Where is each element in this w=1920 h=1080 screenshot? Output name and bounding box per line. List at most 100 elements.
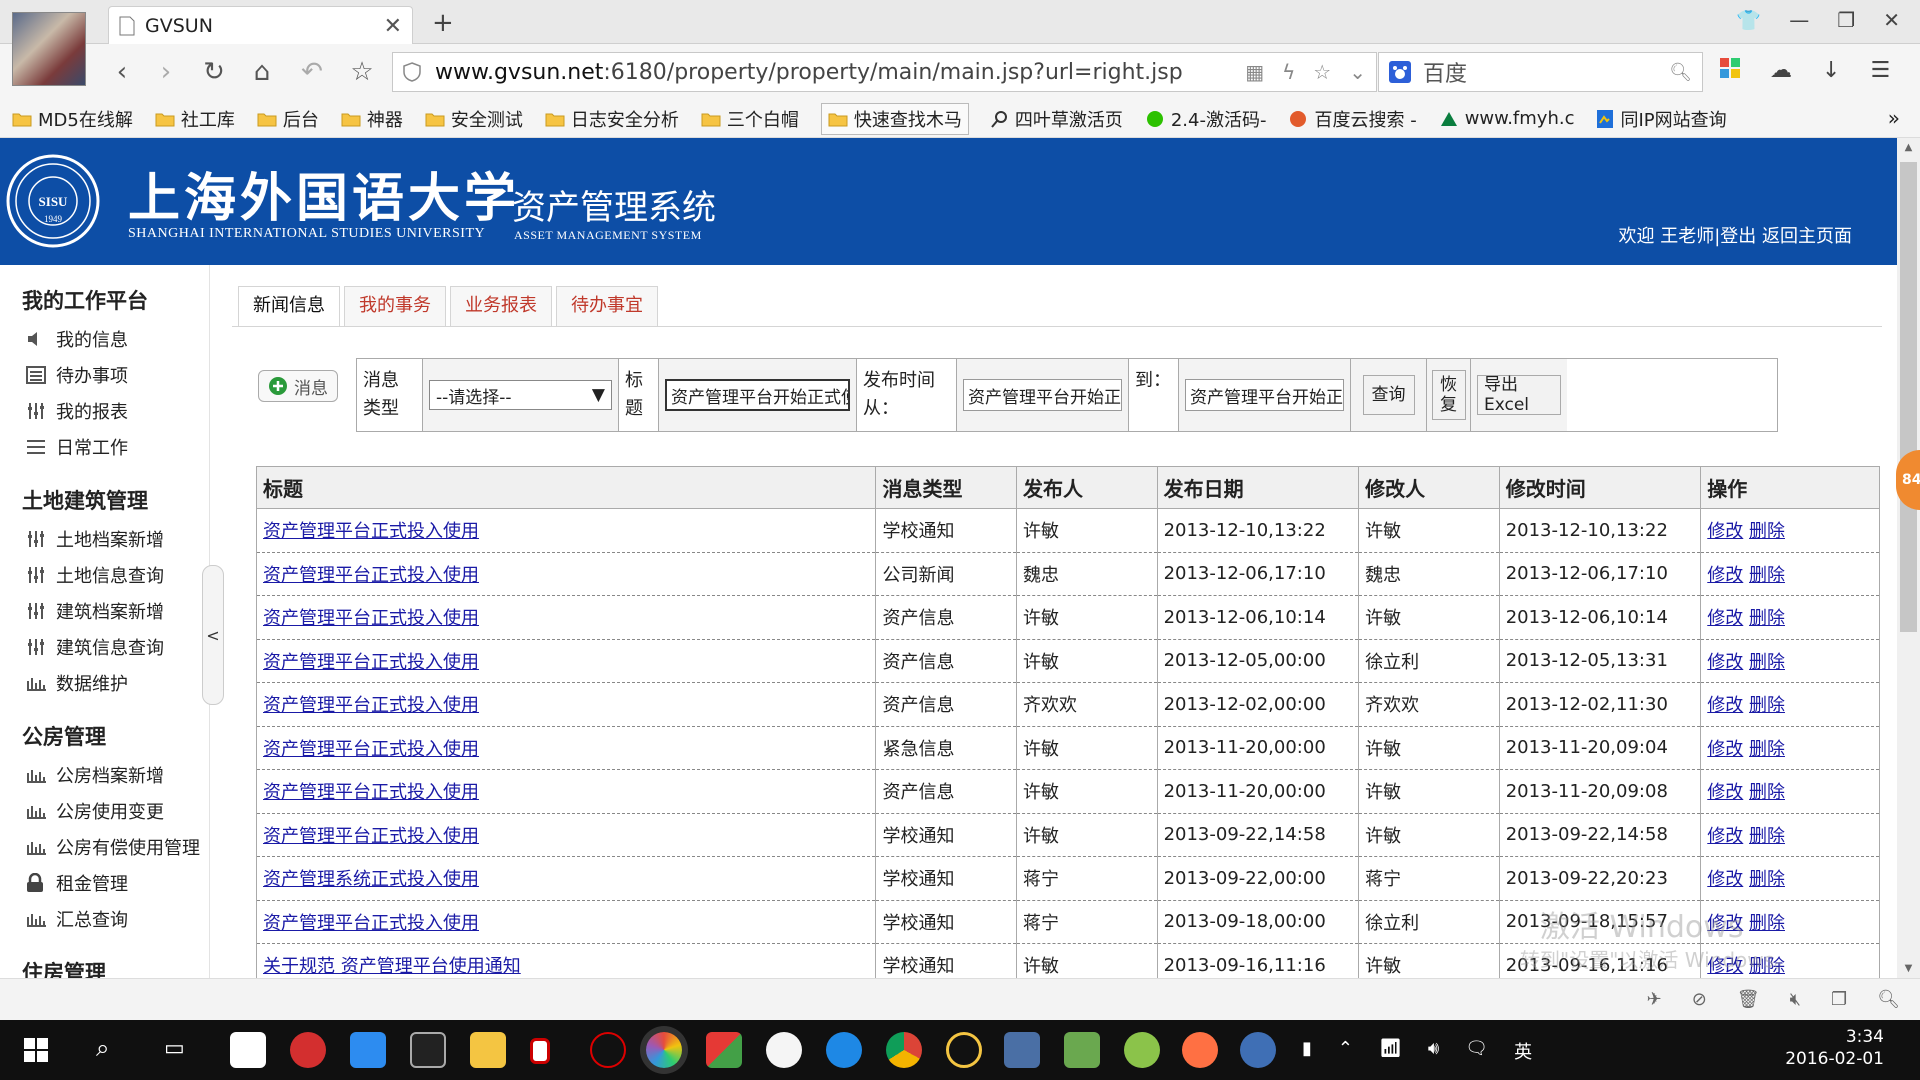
bookmark-item[interactable]: 社工库 [155, 106, 235, 132]
tab-item[interactable]: 业务报表 [450, 286, 552, 326]
new-tab-icon[interactable]: + [432, 8, 454, 38]
bookmark-item[interactable]: 日志安全分析 [545, 106, 679, 132]
menu-icon[interactable]: ☰ [1870, 58, 1890, 83]
sidebar-item[interactable]: 公房有偿使用管理 [0, 829, 209, 865]
app-green-icon[interactable] [1064, 1032, 1100, 1068]
reset-button[interactable]: 恢复 [1431, 370, 1466, 420]
start-icon[interactable] [24, 1038, 48, 1062]
volume-icon[interactable]: 🔊︎ [1428, 1038, 1439, 1064]
dropdown-icon[interactable]: ⌄ [1349, 60, 1366, 84]
news-title-link[interactable]: 资产管理平台正式投入使用 [263, 608, 479, 629]
sidebar-item[interactable]: 租金管理 [0, 865, 209, 901]
column-header[interactable]: 标题 [255, 466, 877, 509]
user-avatar[interactable] [12, 12, 86, 86]
news-title-link[interactable]: 资产管理平台正式投入使用 [263, 565, 479, 586]
speed-icon[interactable]: ⊘ [1692, 989, 1707, 1010]
edit-link[interactable]: 修改 [1707, 826, 1743, 847]
home-icon[interactable]: ⌂ [246, 56, 278, 88]
sidebar-item[interactable]: 我的信息 [0, 321, 209, 357]
task-view-icon[interactable]: ▭ [164, 1036, 185, 1061]
app-blue-icon[interactable] [350, 1032, 386, 1068]
sidebar-section-title[interactable]: 我的工作平台 [0, 265, 209, 321]
news-title-link[interactable]: 资产管理平台正式投入使用 [263, 782, 479, 803]
close-tab-icon[interactable]: ✕ [384, 14, 402, 39]
store-icon[interactable] [230, 1032, 266, 1068]
tab-item[interactable]: 新闻信息 [238, 286, 340, 326]
qr-icon[interactable]: ▦ [1245, 60, 1264, 84]
sidebar-item[interactable]: 建筑信息查询 [0, 629, 209, 665]
address-bar[interactable]: www.gvsun.net:6180/property/property/mai… [392, 52, 1377, 92]
app-ball-icon[interactable] [1124, 1032, 1160, 1068]
bookmark-item[interactable]: 后台 [257, 106, 319, 132]
export-excel-button[interactable]: 导出Excel [1477, 375, 1561, 415]
welcome-logout-links[interactable]: 欢迎 王老师|登出 返回主页面 [1618, 222, 1852, 248]
delete-link[interactable]: 删除 [1749, 608, 1785, 629]
virtualbox-icon[interactable] [1004, 1032, 1040, 1068]
download-icon[interactable]: ↓ [1822, 58, 1840, 83]
search-box[interactable]: 百度 🔍︎ [1378, 52, 1703, 92]
trash-icon[interactable]: 🗑︎ [1737, 989, 1760, 1010]
tab-item[interactable]: 我的事务 [344, 286, 446, 326]
delete-link[interactable]: 删除 [1749, 913, 1785, 934]
news-title-link[interactable]: 资产管理平台正式投入使用 [263, 739, 479, 760]
delete-link[interactable]: 删除 [1749, 652, 1785, 673]
firefox-icon[interactable] [1182, 1032, 1218, 1068]
column-header[interactable]: 操作 [1700, 466, 1880, 509]
lightning-icon[interactable]: ϟ [1282, 60, 1295, 84]
add-message-button[interactable]: 消息 [258, 370, 338, 402]
delete-link[interactable]: 删除 [1749, 695, 1785, 716]
sidebar-item[interactable]: 土地档案新增 [0, 521, 209, 557]
notification-icon[interactable]: 🗨︎ [1465, 1038, 1488, 1064]
search-taskbar-icon[interactable]: ⌕ [96, 1034, 109, 1062]
bookmark-item[interactable]: MD5在线解 [12, 106, 133, 132]
star-icon[interactable]: ☆ [1313, 60, 1331, 84]
sidebar-item[interactable]: 我的报表 [0, 393, 209, 429]
bookmark-item[interactable]: 同IP网站查询 [1596, 106, 1727, 132]
scrollbar-thumb[interactable] [1900, 162, 1917, 632]
tab-item[interactable]: 待办事宜 [556, 286, 658, 326]
sidebar-item[interactable]: 公房档案新增 [0, 757, 209, 793]
pin-icon[interactable]: ✈ [1647, 989, 1662, 1010]
browser-blue-icon[interactable] [826, 1032, 862, 1068]
tray-chevron-icon[interactable]: ⌃ [1338, 1038, 1353, 1064]
skin-icon[interactable]: 👕 [1736, 8, 1761, 32]
network-icon[interactable]: 📶︎ [1379, 1038, 1402, 1064]
scroll-up-icon[interactable]: ▲ [1897, 138, 1920, 153]
sidebar-section-title[interactable]: 住房管理 [0, 937, 209, 978]
bookmark-item[interactable]: 2.4-激活码- [1145, 106, 1266, 132]
apps-icon[interactable] [1720, 58, 1740, 83]
sidebar-item[interactable]: 数据维护 [0, 665, 209, 701]
sidebar-item[interactable]: 汇总查询 [0, 901, 209, 937]
sidebar-section-title[interactable]: 公房管理 [0, 701, 209, 757]
bookmark-item[interactable]: 三个白帽 [701, 106, 799, 132]
sidebar-item[interactable]: 土地信息查询 [0, 557, 209, 593]
terminal-icon[interactable] [410, 1032, 446, 1068]
sidebar-item[interactable]: 公房使用变更 [0, 793, 209, 829]
edit-link[interactable]: 修改 [1707, 956, 1743, 977]
taskbar-clock[interactable]: 3:34 2016-02-01 [1785, 1026, 1884, 1070]
edit-link[interactable]: 修改 [1707, 565, 1743, 586]
zoom-icon[interactable]: 🔍︎ [1877, 989, 1900, 1010]
back-icon[interactable]: ‹ [106, 56, 138, 88]
file-explorer-icon[interactable] [470, 1032, 506, 1068]
app-doc-icon[interactable] [530, 1038, 550, 1064]
sidebar-section-title[interactable]: 土地建筑管理 [0, 465, 209, 521]
date-to-input[interactable]: 资产管理平台开始正式使 [1185, 379, 1344, 411]
query-button[interactable]: 查询 [1362, 375, 1415, 415]
bookmark-item[interactable]: 四叶草激活页 [991, 106, 1123, 132]
minimize-icon[interactable]: — [1789, 8, 1809, 32]
bookmark-item[interactable]: 百度云搜索 - [1288, 106, 1417, 132]
app-bug-icon[interactable] [590, 1032, 626, 1068]
delete-link[interactable]: 删除 [1749, 739, 1785, 760]
delete-link[interactable]: 删除 [1749, 521, 1785, 542]
chrome-icon[interactable] [886, 1032, 922, 1068]
news-title-link[interactable]: 资产管理平台正式投入使用 [263, 695, 479, 716]
message-type-select[interactable]: --请选择-- ▼ [429, 380, 612, 410]
favorite-icon[interactable]: ☆ [346, 56, 378, 88]
column-header[interactable]: 修改时间 [1498, 466, 1702, 509]
edit-link[interactable]: 修改 [1707, 695, 1743, 716]
window-icon[interactable]: ❐ [1831, 989, 1847, 1010]
scroll-down-icon[interactable]: ▼ [1897, 963, 1920, 974]
column-header[interactable]: 发布日期 [1156, 466, 1360, 509]
globe-icon[interactable] [1240, 1032, 1276, 1068]
